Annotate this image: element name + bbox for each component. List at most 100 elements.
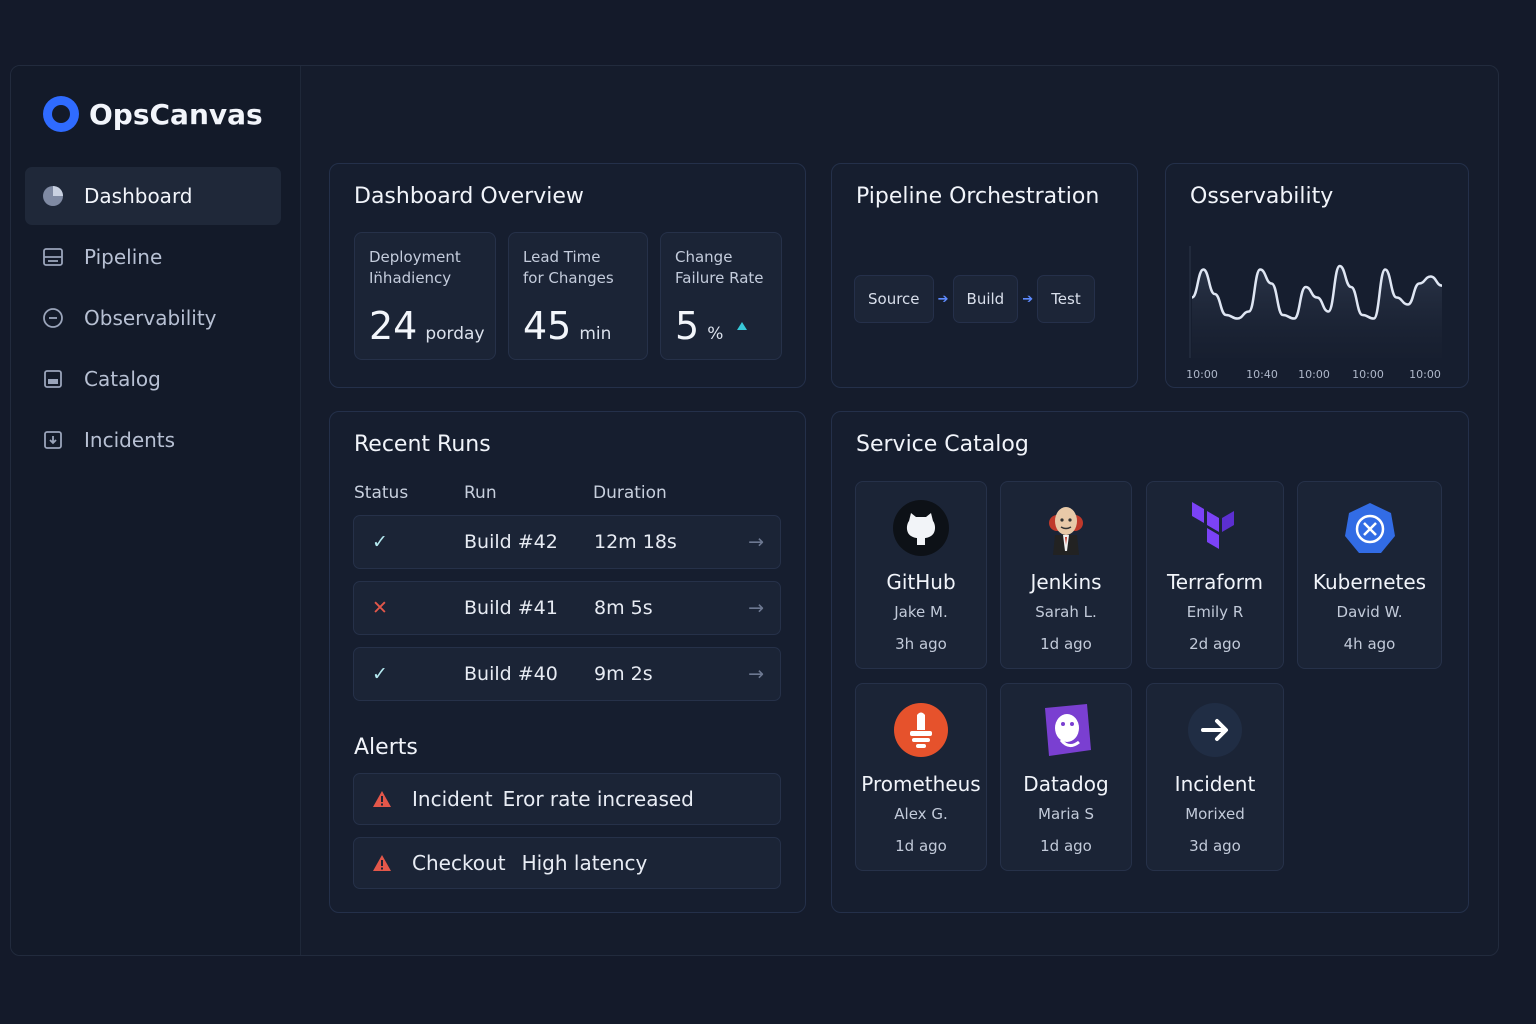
card-title: Osservability — [1190, 184, 1334, 209]
run-duration: 8m 5s — [594, 597, 653, 619]
alert-service: Incident — [412, 787, 493, 811]
service-card-terraform[interactable]: Terraform Emily R 2d ago — [1146, 481, 1284, 669]
alerts-title: Alerts — [354, 735, 418, 760]
app-window: OpsCanvas Dashboard Pipeline Observabili… — [10, 65, 1499, 956]
arrow-right-icon[interactable]: → — [748, 663, 764, 685]
service-owner: Emily R — [1186, 603, 1244, 621]
service-owner: Jake M. — [894, 603, 948, 621]
column-header-status: Status — [354, 483, 409, 503]
metric-value: 24 — [369, 304, 418, 348]
table-row[interactable]: ✕ Build #41 8m 5s → — [353, 581, 781, 635]
table-row[interactable]: ✓ Build #42 12m 18s → — [353, 515, 781, 569]
brand[interactable]: OpsCanvas — [43, 96, 263, 132]
observability-card: Osservability 10:00 10:40 10:00 10:00 10:00 — [1165, 163, 1469, 388]
incidents-icon — [42, 429, 64, 451]
metric-value: 45 — [523, 304, 572, 348]
alert-item[interactable]: Incident Eror rate increased — [353, 773, 781, 825]
service-name: Datadog — [1023, 772, 1109, 796]
service-card-incident[interactable]: Incident Morixed 3d ago — [1146, 683, 1284, 871]
alert-service: Checkout — [412, 851, 506, 875]
run-duration: 12m 18s — [594, 531, 677, 553]
observability-chart[interactable]: 10:00 10:40 10:00 10:00 10:00 — [1180, 236, 1456, 386]
sidebar-item-label: Catalog — [84, 367, 161, 391]
pipeline-stages: Source ➔ Build ➔ Test — [854, 275, 1095, 323]
x-tick-label: 10:00 — [1186, 368, 1218, 381]
alert-message: High latency — [521, 851, 648, 875]
check-icon: ✓ — [372, 663, 388, 685]
service-owner: Maria S — [1038, 805, 1094, 823]
service-owner: Sarah L. — [1035, 603, 1097, 621]
pie-chart-icon — [42, 185, 64, 207]
service-updated: 1d ago — [1040, 635, 1092, 653]
x-tick-label: 10:00 — [1409, 368, 1441, 381]
stage-source[interactable]: Source — [854, 275, 934, 323]
arrow-right-icon[interactable]: → — [748, 597, 764, 619]
alert-item[interactable]: Checkout High latency — [353, 837, 781, 889]
metric-deployment-frequency: Deployment In̈hadiency 24 porday — [354, 232, 496, 360]
sidebar-item-catalog[interactable]: Catalog — [25, 350, 281, 408]
service-name: Prometheus — [861, 772, 981, 796]
service-name: Incident — [1174, 772, 1256, 796]
service-name: Terraform — [1166, 570, 1264, 594]
service-owner: Alex G. — [894, 805, 948, 823]
service-updated: 1d ago — [1040, 837, 1092, 855]
arrow-right-icon: ➔ — [1022, 291, 1034, 307]
service-card-github[interactable]: GitHub Jake M. 3h ago — [855, 481, 987, 669]
metric-label: Change Failure Rate — [675, 248, 764, 287]
service-updated: 4h ago — [1343, 635, 1396, 653]
sidebar-item-dashboard[interactable]: Dashboard — [25, 167, 281, 225]
column-header-run: Run — [464, 483, 497, 503]
sidebar-nav: Dashboard Pipeline Observability Catalog — [25, 167, 281, 472]
service-name: GitHub — [886, 570, 956, 594]
x-tick-label: 10:00 — [1352, 368, 1384, 381]
service-card-kubernetes[interactable]: Kubernetes David W. 4h ago — [1297, 481, 1442, 669]
app-name: OpsCanvas — [89, 97, 263, 131]
column-header-duration: Duration — [593, 483, 667, 503]
card-title: Dashboard Overview — [354, 184, 584, 209]
service-name: Jenkins — [1030, 570, 1102, 594]
warning-icon — [372, 854, 394, 872]
service-card-prometheus[interactable]: Prometheus Alex G. 1d ago — [855, 683, 987, 871]
service-card-datadog[interactable]: Datadog Maria S 1d ago — [1000, 683, 1132, 871]
sidebar-item-label: Dashboard — [84, 184, 193, 208]
service-name: Kubernetes — [1312, 570, 1427, 594]
card-title: Service Catalog — [856, 432, 1029, 457]
incident-arrow-icon — [1185, 700, 1245, 760]
sidebar: OpsCanvas Dashboard Pipeline Observabili… — [11, 66, 301, 955]
x-tick-label: 10:00 — [1298, 368, 1330, 381]
jenkins-icon — [1036, 498, 1096, 558]
table-row[interactable]: ✓ Build #40 9m 2s → — [353, 647, 781, 701]
terraform-icon — [1185, 498, 1245, 558]
service-catalog-card: Service Catalog GitHub Jake M. 3h ago Je… — [831, 411, 1469, 913]
github-icon — [891, 498, 951, 558]
arrow-right-icon[interactable]: → — [748, 531, 764, 553]
run-duration: 9m 2s — [594, 663, 653, 685]
service-updated: 3h ago — [895, 635, 947, 653]
service-updated: 2d ago — [1189, 635, 1241, 653]
recent-runs-card: Recent Runs Status Run Duration ✓ Build … — [329, 411, 806, 913]
pipeline-orchestration-card: Pipeline Orchestration Source ➔ Build ➔ … — [831, 163, 1138, 388]
chart-area — [1192, 266, 1442, 358]
run-name: Build #42 — [464, 531, 558, 553]
kubernetes-icon — [1340, 498, 1400, 558]
check-icon: ✓ — [372, 531, 388, 553]
service-owner: Morixed — [1185, 805, 1245, 823]
catalog-icon — [42, 368, 64, 390]
datadog-icon — [1036, 700, 1096, 760]
runs-table-header: Status Run Duration — [354, 483, 780, 505]
warning-icon — [372, 790, 394, 808]
dashboard-overview-card: Dashboard Overview Deployment In̈hadienc… — [329, 163, 806, 388]
run-name: Build #40 — [464, 663, 558, 685]
metric-value: 5 — [675, 304, 700, 348]
sidebar-item-incidents[interactable]: Incidents — [25, 411, 281, 469]
sidebar-item-pipeline[interactable]: Pipeline — [25, 228, 281, 286]
sidebar-item-observability[interactable]: Observability — [25, 289, 281, 347]
metric-label: Lead Time for Changes — [523, 248, 614, 287]
service-card-jenkins[interactable]: Jenkins Sarah L. 1d ago — [1000, 481, 1132, 669]
stage-build[interactable]: Build — [952, 275, 1019, 323]
opscanvas-logo-icon — [43, 96, 79, 132]
stage-test[interactable]: Test — [1037, 275, 1095, 323]
metric-unit: % — [707, 324, 724, 344]
sidebar-item-label: Observability — [84, 306, 217, 330]
sidebar-item-label: Pipeline — [84, 245, 163, 269]
